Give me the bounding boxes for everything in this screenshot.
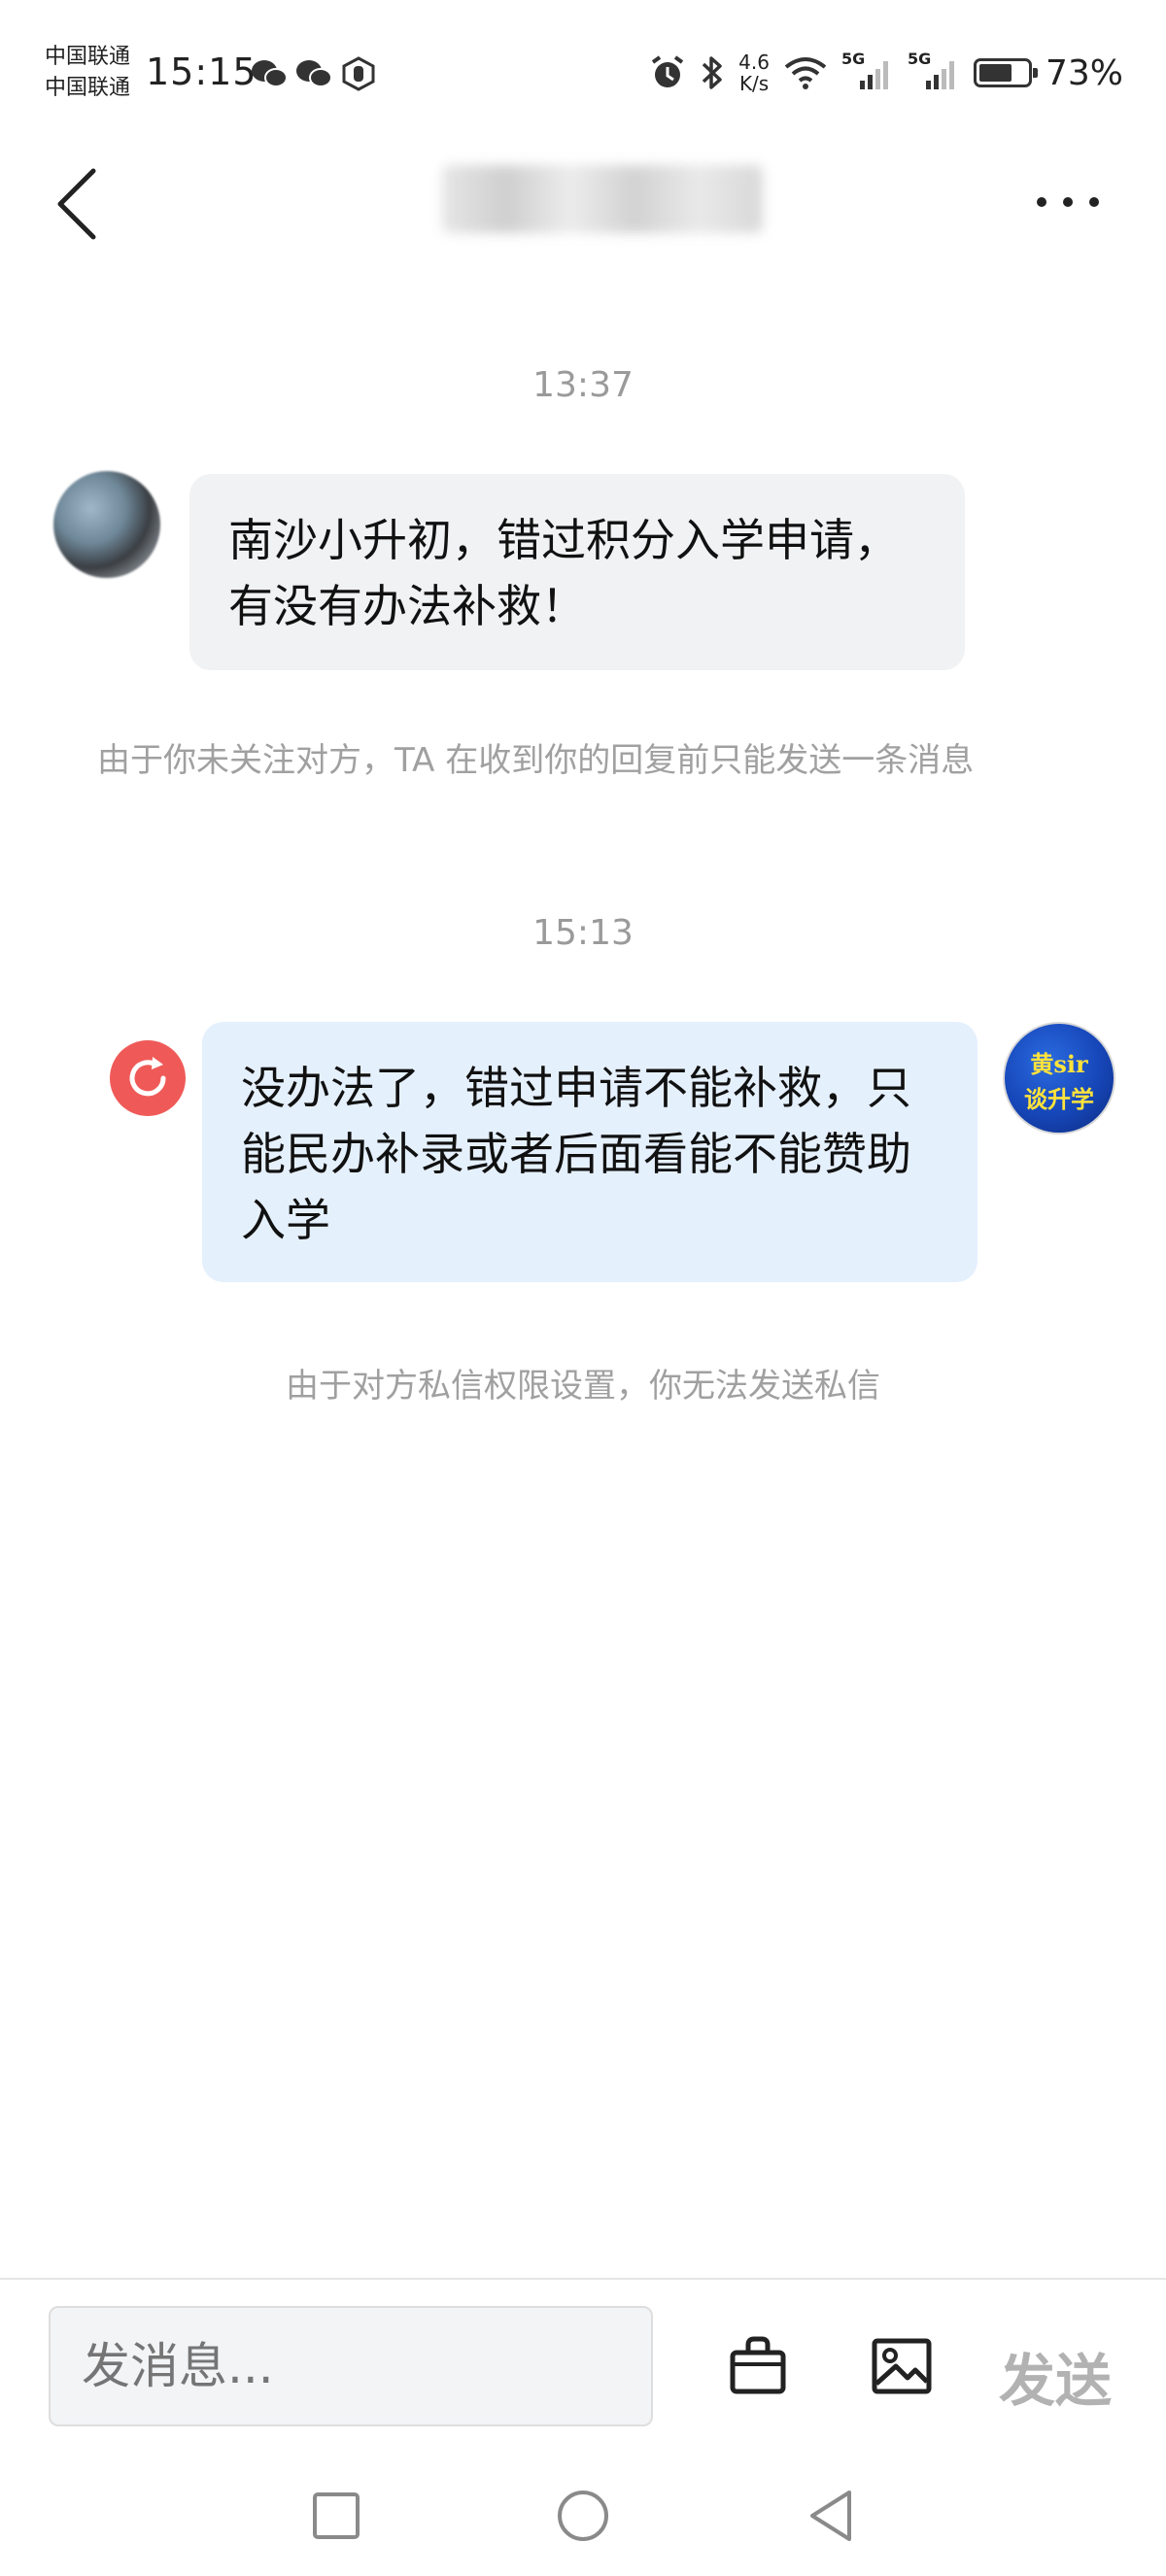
status-time: 15:15 bbox=[146, 51, 257, 93]
net-speed-unit: K/s bbox=[738, 72, 770, 95]
wifi-icon bbox=[784, 57, 827, 89]
back-button[interactable] bbox=[49, 165, 107, 243]
signal-bars-icon bbox=[859, 61, 888, 89]
send-button[interactable]: 发送 bbox=[999, 2335, 1112, 2417]
carrier-2: 中国联通 bbox=[45, 76, 131, 100]
image-button[interactable] bbox=[871, 2337, 933, 2395]
chevron-left-icon bbox=[57, 168, 96, 240]
net-speed-value: 4.6 bbox=[738, 51, 770, 74]
resend-button[interactable] bbox=[109, 1039, 187, 1117]
square-icon bbox=[313, 2492, 360, 2539]
more-button[interactable] bbox=[1030, 185, 1108, 223]
avatar-other[interactable] bbox=[53, 471, 160, 578]
battery-icon bbox=[973, 58, 1038, 87]
status-right: 4.6 K/s 5G 5G 73% bbox=[649, 49, 1123, 97]
follow-notice: 由于你未关注对方，TA 在收到你的回复前只能发送一条消息 bbox=[97, 741, 975, 780]
wechat-icon bbox=[252, 60, 288, 87]
message-text: 没办法了，错过申请不能补救，只能民办补录或者后面看能不能赞助入学 bbox=[241, 1062, 911, 1246]
message-text: 南沙小升初，错过积分入学申请，有没有办法补救！ bbox=[228, 514, 899, 632]
image-icon bbox=[872, 2338, 932, 2394]
retry-icon bbox=[110, 1040, 186, 1116]
bluetooth-icon bbox=[702, 56, 722, 89]
input-divider bbox=[0, 2278, 1166, 2280]
nav-recent-button[interactable] bbox=[311, 2491, 361, 2541]
message-input[interactable] bbox=[49, 2306, 653, 2426]
avatar-text-line2: 谈升学 bbox=[1024, 1085, 1094, 1113]
hand-icon bbox=[342, 56, 375, 91]
nav-back-button[interactable] bbox=[805, 2487, 859, 2545]
shopping-bag-icon bbox=[730, 2336, 786, 2394]
net-speed: 4.6 K/s bbox=[738, 51, 770, 94]
nav-home-button[interactable] bbox=[556, 2489, 610, 2543]
status-bar: 中国联通 中国联通 15:15 4.6 K/s 5G 5G 73% bbox=[0, 0, 1166, 146]
message-timestamp: 13:37 bbox=[532, 365, 634, 405]
permission-notice: 由于对方私信权限设置，你无法发送私信 bbox=[286, 1367, 880, 1406]
more-horizontal-icon bbox=[1037, 197, 1099, 207]
signal-bars-icon bbox=[925, 61, 954, 89]
chat-title-redacted bbox=[442, 165, 763, 233]
avatar-self[interactable]: 黄sir 谈升学 bbox=[1003, 1022, 1115, 1135]
carrier-1: 中国联通 bbox=[45, 45, 131, 69]
avatar-text-line1: 黄sir bbox=[1030, 1050, 1088, 1078]
circle-icon bbox=[558, 2491, 608, 2541]
alarm-icon bbox=[652, 55, 684, 87]
message-bubble-received[interactable]: 南沙小升初，错过积分入学申请，有没有办法补救！ bbox=[189, 474, 965, 670]
signal-2: 5G bbox=[908, 50, 960, 92]
battery-percent: 73% bbox=[1045, 52, 1123, 93]
triangle-back-icon bbox=[810, 2491, 851, 2541]
shop-button[interactable] bbox=[727, 2335, 789, 2397]
signal-1: 5G bbox=[841, 50, 894, 92]
message-timestamp: 15:13 bbox=[532, 913, 634, 953]
battery-fill bbox=[978, 64, 1012, 82]
message-bubble-sent[interactable]: 没办法了，错过申请不能补救，只能民办补录或者后面看能不能赞助入学 bbox=[202, 1022, 977, 1282]
wechat-icon bbox=[296, 60, 332, 87]
